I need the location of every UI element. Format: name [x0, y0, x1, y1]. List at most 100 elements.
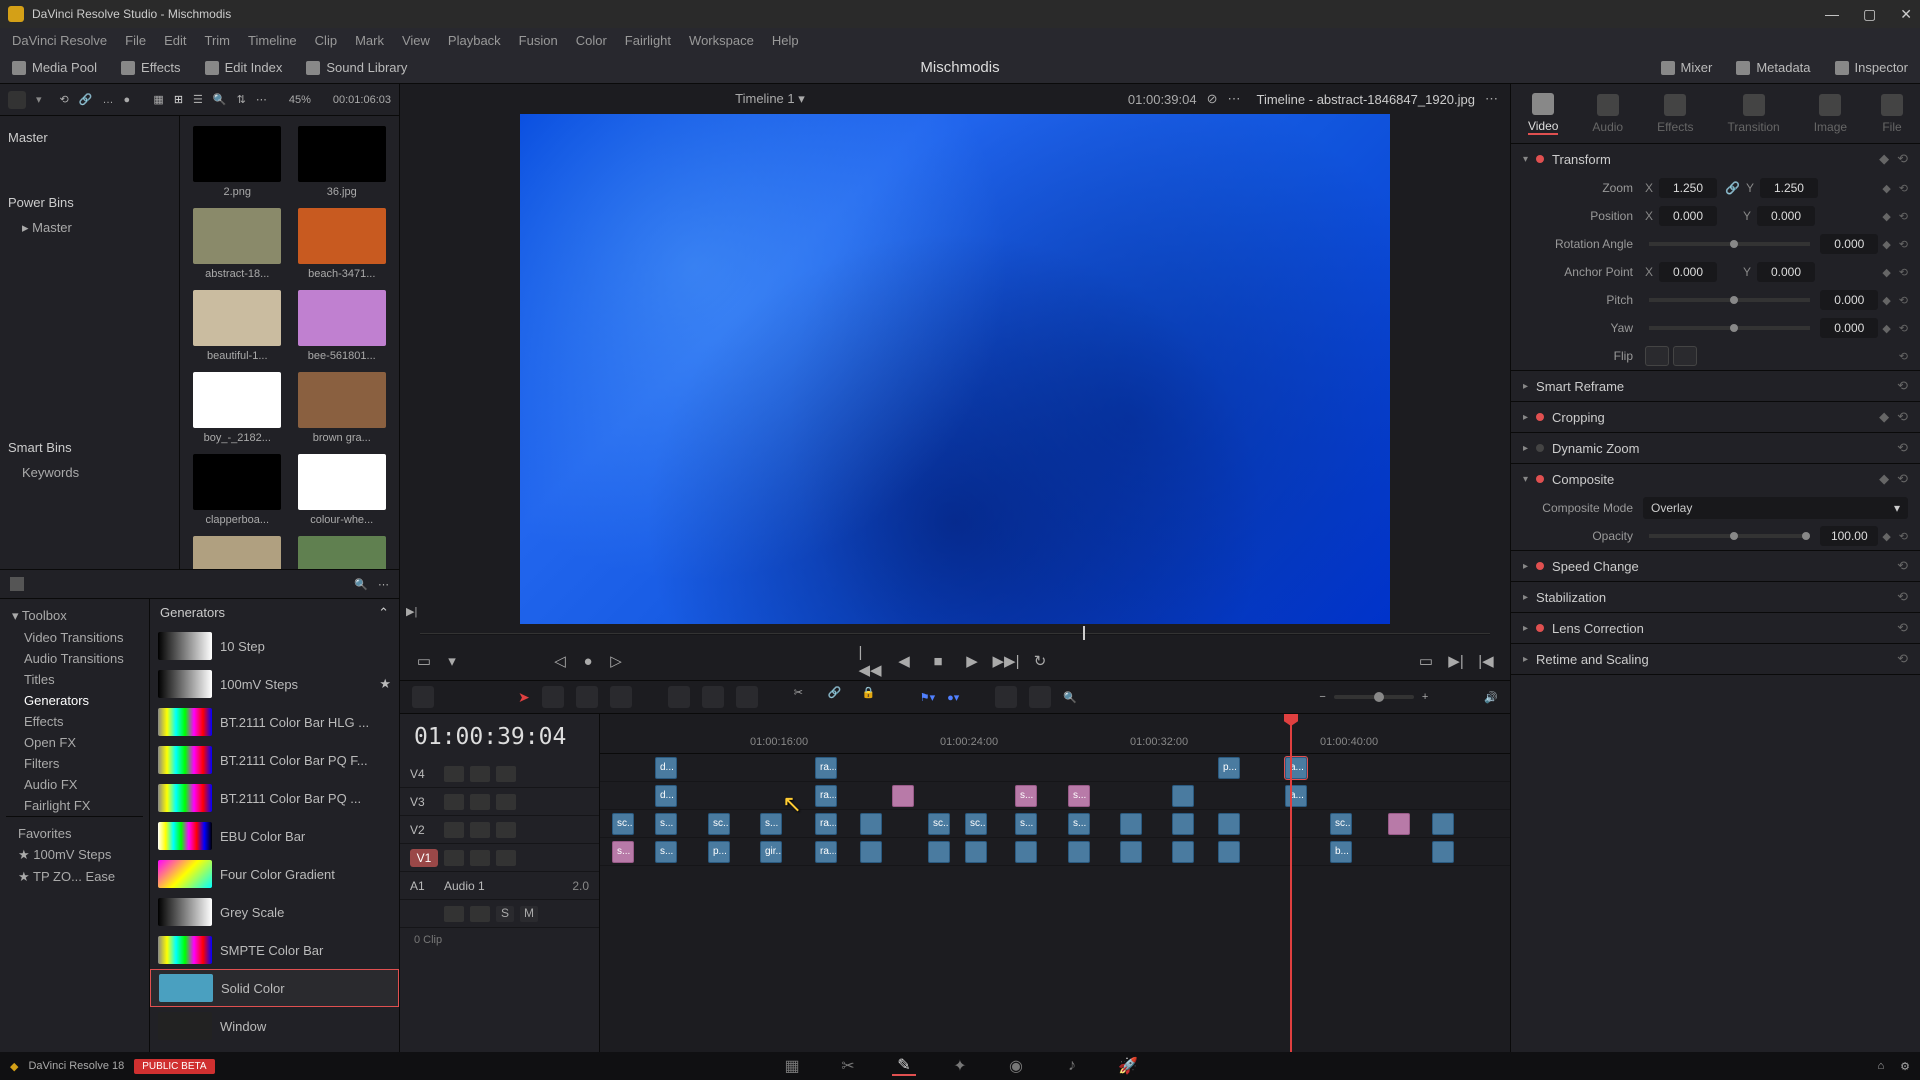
fx-tree-item[interactable]: Fairlight FX — [6, 795, 143, 816]
fx-tree-item[interactable]: Audio FX — [6, 774, 143, 795]
solo-button[interactable]: S — [496, 906, 514, 922]
settings-icon[interactable]: ⚙ — [1900, 1060, 1910, 1073]
rotation-input[interactable]: 0.000 — [1820, 234, 1878, 254]
timeline-ruler[interactable]: 01:00:16:0001:00:24:0001:00:32:0001:00:4… — [600, 714, 1510, 754]
timeline-clip[interactable]: ra... — [815, 757, 837, 779]
more-icon[interactable]: ⋯ — [1228, 91, 1241, 107]
power-master-bin[interactable]: ▸ Master — [8, 216, 171, 240]
generator-item[interactable]: BT.2111 Color Bar HLG ... — [150, 703, 399, 741]
menu-item[interactable]: Playback — [448, 33, 501, 48]
timeline-clip[interactable]: sc... — [1330, 813, 1352, 835]
auto-select-icon[interactable] — [470, 822, 490, 838]
auto-select-icon[interactable] — [470, 850, 490, 866]
timeline-clip[interactable]: sc... — [708, 813, 730, 835]
transform-header[interactable]: ▾Transform◆⟲ — [1511, 144, 1920, 174]
zoom-in-icon[interactable]: + — [1422, 691, 1428, 703]
reset-icon[interactable]: ⟲ — [1897, 151, 1908, 167]
video-track-header[interactable]: V3 — [400, 788, 599, 816]
search-timeline-icon[interactable]: 🔍 — [1063, 691, 1077, 704]
collapse-icon[interactable]: ⌃ — [378, 605, 389, 621]
menu-item[interactable]: Timeline — [248, 33, 297, 48]
more-icon[interactable]: ⋯ — [378, 578, 389, 591]
minimize-button[interactable]: — — [1825, 6, 1839, 23]
auto-select-icon[interactable] — [470, 794, 490, 810]
play-button[interactable]: ▶ — [962, 651, 982, 671]
dynamic-trim-tool[interactable] — [576, 686, 598, 708]
zoom-y-input[interactable]: 1.250 — [1760, 178, 1818, 198]
menu-item[interactable]: Color — [576, 33, 607, 48]
timeline-clip[interactable] — [892, 785, 914, 807]
zoom-x-input[interactable]: 1.250 — [1659, 178, 1717, 198]
timeline-view-icon[interactable] — [412, 686, 434, 708]
timeline-clip[interactable]: s... — [1068, 813, 1090, 835]
timeline-clip[interactable] — [1120, 841, 1142, 863]
loop-button[interactable]: ↻ — [1030, 651, 1050, 671]
fairlight-page[interactable]: ♪ — [1060, 1056, 1084, 1076]
deliver-page[interactable]: 🚀 — [1116, 1056, 1140, 1076]
flip-h-button[interactable] — [1645, 346, 1669, 366]
composite-mode-select[interactable]: Overlay▾ — [1643, 497, 1908, 519]
viewer-scrubber[interactable] — [420, 624, 1490, 642]
pitch-input[interactable]: 0.000 — [1820, 290, 1878, 310]
bypass-icon[interactable]: ⊘ — [1207, 91, 1218, 107]
timeline-clip[interactable]: ra... — [815, 813, 837, 835]
home-icon[interactable]: ⌂ — [1877, 1060, 1884, 1073]
cut-page[interactable]: ✂ — [836, 1056, 860, 1076]
play-forward-icon[interactable]: ▶| — [406, 605, 417, 618]
timeline-clip[interactable]: gir... — [760, 841, 782, 863]
timeline-clip[interactable]: sc... — [928, 813, 950, 835]
overwrite-tool[interactable] — [702, 686, 724, 708]
menu-item[interactable]: View — [402, 33, 430, 48]
anchor-x-input[interactable]: 0.000 — [1659, 262, 1717, 282]
timeline-clip[interactable] — [1218, 841, 1240, 863]
timeline-name[interactable]: Timeline 1 ▾ — [735, 91, 805, 107]
link-icon[interactable]: 🔗 — [1725, 181, 1740, 195]
timeline-clip[interactable]: d... — [655, 785, 677, 807]
media-thumbnail[interactable]: colour-whe... — [295, 454, 390, 526]
generator-item[interactable]: EBU Color Bar — [150, 817, 399, 855]
cropping-header[interactable]: ▸Cropping◆⟲ — [1511, 402, 1920, 432]
color-page[interactable]: ◉ — [1004, 1056, 1028, 1076]
sound-library-toggle[interactable]: Sound Library — [294, 60, 419, 75]
rotation-slider[interactable] — [1649, 242, 1810, 246]
generator-item[interactable]: Grey Scale — [150, 893, 399, 931]
composite-header[interactable]: ▾Composite◆⟲ — [1511, 464, 1920, 494]
menu-item[interactable]: Fairlight — [625, 33, 671, 48]
favorite-item[interactable]: ★ TP ZO... Ease — [12, 866, 137, 888]
next-edit-icon[interactable]: ▷ — [606, 651, 626, 671]
menu-item[interactable]: Fusion — [519, 33, 558, 48]
toolbox-group[interactable]: ▾ Toolbox — [6, 605, 143, 627]
prev-edit-icon[interactable]: ◁ — [550, 651, 570, 671]
fx-tree-item[interactable]: Generators — [6, 690, 143, 711]
timeline-clip[interactable]: s... — [655, 813, 677, 835]
lock-tool[interactable]: 🔒 — [862, 686, 884, 708]
media-thumbnail[interactable]: clapperboa... — [190, 454, 285, 526]
anchor-y-input[interactable]: 0.000 — [1757, 262, 1815, 282]
timeline-clip[interactable]: sc... — [612, 813, 634, 835]
timeline-clip[interactable]: s... — [1068, 785, 1090, 807]
inspector-toggle[interactable]: Inspector — [1823, 60, 1920, 75]
zoom-slider[interactable] — [1334, 695, 1414, 699]
lock-icon[interactable] — [444, 822, 464, 838]
pitch-slider[interactable] — [1649, 298, 1810, 302]
speed-change-header[interactable]: ▸Speed Change⟲ — [1511, 551, 1920, 581]
timeline-clip[interactable]: b... — [1330, 841, 1352, 863]
selection-tool[interactable]: ➤ — [518, 689, 530, 706]
auto-select-icon[interactable] — [470, 906, 490, 922]
close-button[interactable]: ✕ — [1900, 6, 1912, 23]
generator-item[interactable]: Window — [150, 1007, 399, 1045]
match-frame-icon[interactable]: ▭ — [1416, 651, 1436, 671]
timeline-track[interactable]: s...s...p...gir...ra...b... — [600, 838, 1510, 866]
timeline-clip[interactable] — [965, 841, 987, 863]
maximize-button[interactable]: ▢ — [1863, 6, 1876, 23]
search-icon[interactable]: 🔍 — [354, 578, 368, 591]
viewer-more-icon[interactable]: ⋯ — [1485, 91, 1498, 107]
timeline-clip[interactable]: s... — [612, 841, 634, 863]
pos-y-input[interactable]: 0.000 — [1757, 206, 1815, 226]
menu-item[interactable]: Trim — [205, 33, 231, 48]
timeline-clip[interactable] — [1172, 813, 1194, 835]
media-thumbnail[interactable]: boy_-_2182... — [190, 372, 285, 444]
marker-dot-icon[interactable]: ● — [578, 651, 598, 671]
zoom-out-icon[interactable]: − — [1319, 691, 1325, 703]
edit-index-toggle[interactable]: Edit Index — [193, 60, 295, 75]
